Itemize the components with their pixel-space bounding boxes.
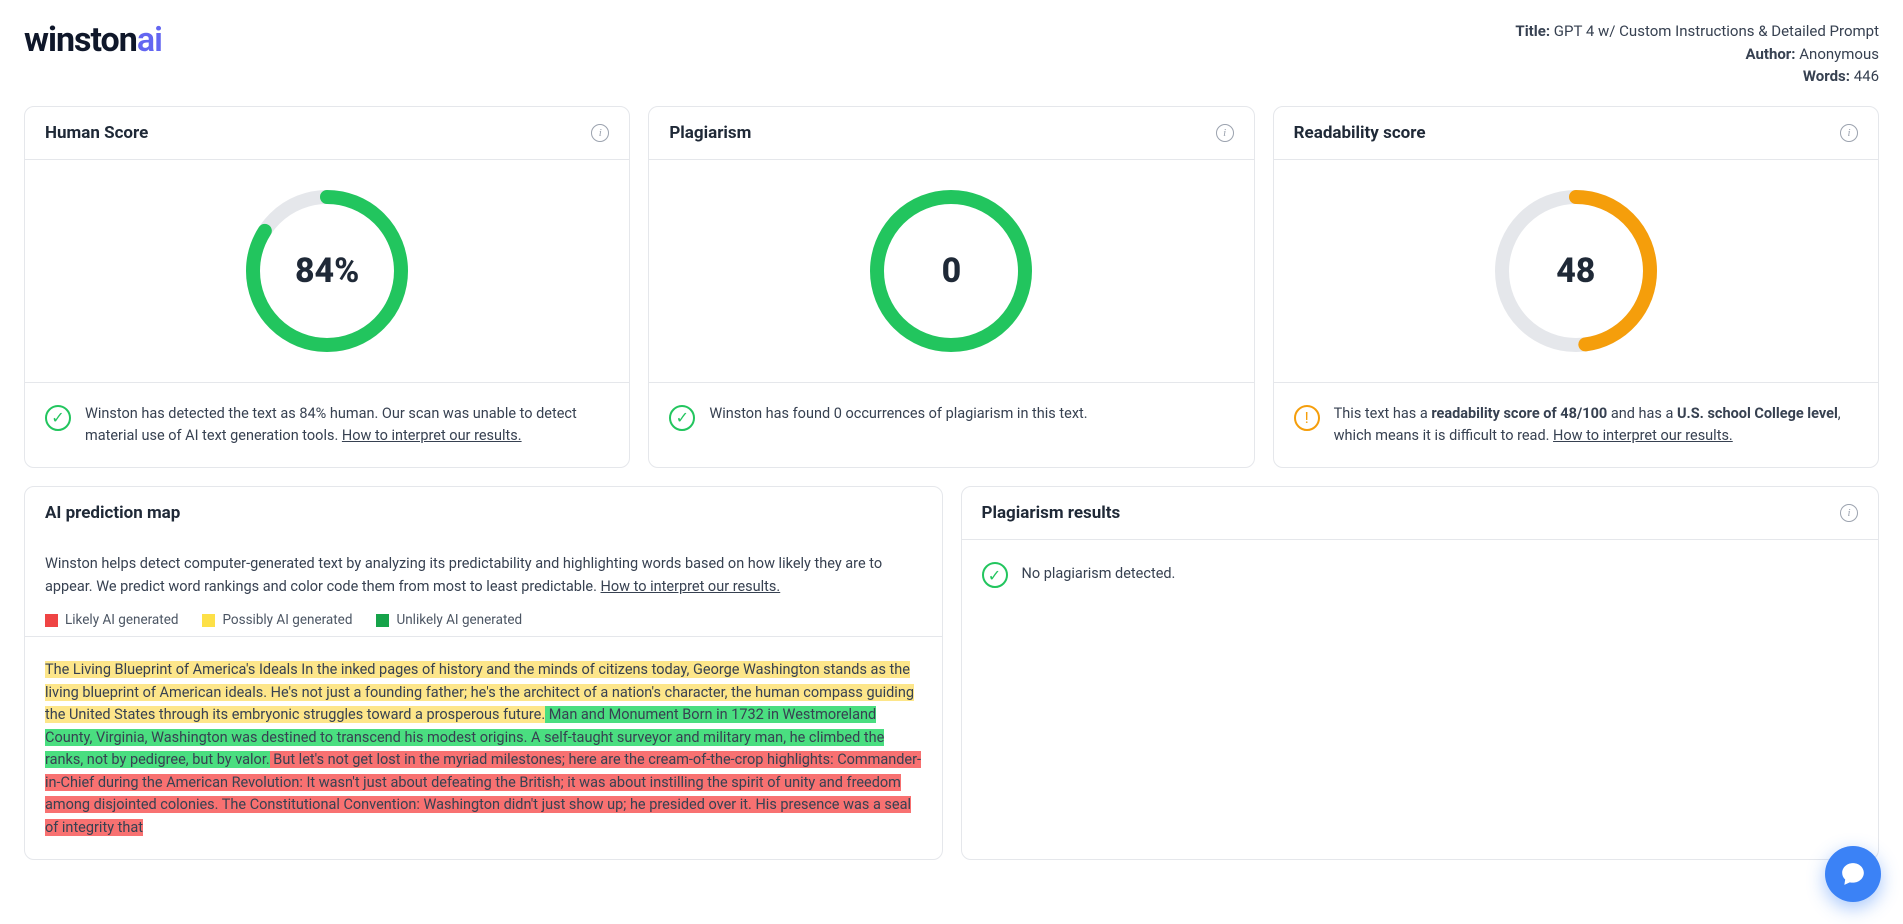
human-score-gauge: 84% (242, 186, 412, 356)
legend-swatch-yellow (202, 614, 215, 627)
doc-meta: Title: GPT 4 w/ Custom Instructions & De… (1515, 20, 1879, 88)
brand-logo[interactable]: winstonai (24, 20, 162, 60)
alert-circle-icon: ! (1294, 405, 1320, 431)
meta-author: Anonymous (1799, 45, 1879, 63)
human-score-card: Human Score i 84% ✓ Winston has detected… (24, 106, 630, 469)
plagiarism-gauge: 0 (866, 186, 1036, 356)
check-circle-icon: ✓ (982, 562, 1008, 588)
prediction-link[interactable]: How to interpret our results. (601, 578, 781, 595)
readability-gauge: 48 (1491, 186, 1661, 356)
prediction-map-card: AI prediction map Winston helps detect c… (24, 486, 943, 860)
plagiarism-footer-text: Winston has found 0 occurrences of plagi… (709, 405, 1087, 422)
plagiarism-results-msg: No plagiarism detected. (1022, 565, 1176, 582)
plagiarism-value: 0 (866, 186, 1036, 356)
check-circle-icon: ✓ (669, 405, 695, 431)
info-icon[interactable]: i (1840, 124, 1858, 142)
readability-card: Readability score i 48 ! This text has a… (1273, 106, 1879, 469)
meta-words-label: Words: (1803, 67, 1850, 85)
prediction-title: AI prediction map (45, 503, 180, 523)
prediction-text: The Living Blueprint of America's Ideals… (25, 636, 942, 839)
plagiarism-results-title: Plagiarism results (982, 503, 1121, 523)
meta-author-label: Author: (1745, 45, 1795, 63)
check-circle-icon: ✓ (45, 405, 71, 431)
meta-words: 446 (1854, 67, 1879, 85)
readability-title: Readability score (1294, 123, 1426, 143)
brand-name: winston (24, 20, 137, 60)
plagiarism-title: Plagiarism (669, 123, 751, 143)
human-score-title: Human Score (45, 123, 148, 143)
chat-icon (1840, 861, 1866, 887)
info-icon[interactable]: i (591, 124, 609, 142)
readability-value: 48 (1491, 186, 1661, 356)
legend-swatch-green (376, 614, 389, 627)
human-score-value: 84% (242, 186, 412, 356)
chat-button[interactable] (1825, 846, 1881, 902)
legend-swatch-red (45, 614, 58, 627)
meta-title-label: Title: (1515, 22, 1550, 40)
brand-suffix: ai (137, 20, 162, 60)
readability-footer-link[interactable]: How to interpret our results. (1553, 427, 1733, 444)
plagiarism-results-card: Plagiarism results i ✓ No plagiarism det… (961, 486, 1880, 860)
info-icon[interactable]: i (1216, 124, 1234, 142)
meta-title: GPT 4 w/ Custom Instructions & Detailed … (1554, 22, 1879, 40)
info-icon[interactable]: i (1840, 504, 1858, 522)
prediction-legend: Likely AI generated Possibly AI generate… (45, 612, 922, 628)
human-footer-link[interactable]: How to interpret our results. (342, 427, 522, 444)
plagiarism-card: Plagiarism i 0 ✓ Winston has found 0 occ… (648, 106, 1254, 469)
